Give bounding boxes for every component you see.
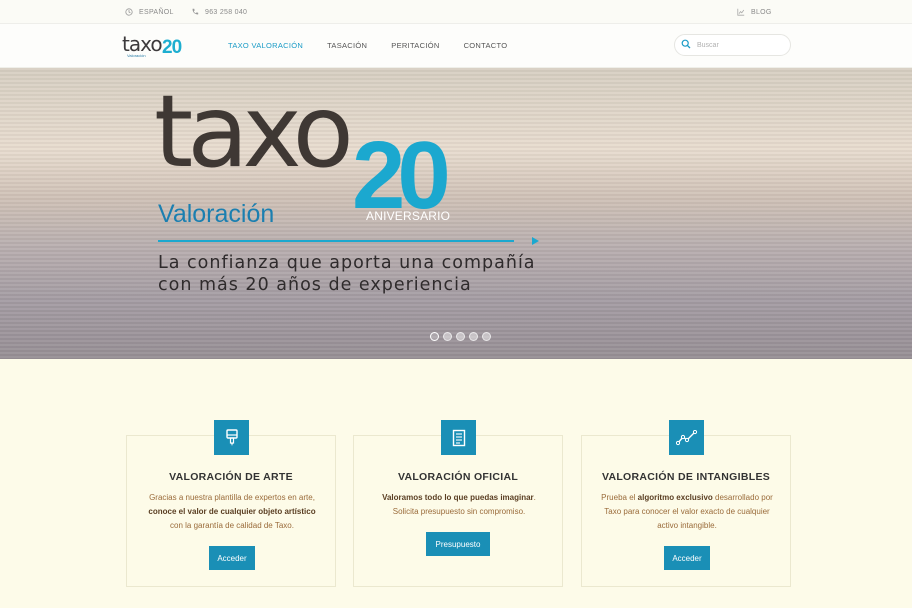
phone-contact[interactable]: 963 258 040 (191, 8, 247, 16)
card-desc-line: Prueba el (601, 493, 638, 502)
nav-item-tasacion[interactable]: TASACIÓN (327, 41, 367, 50)
search-icon[interactable] (681, 36, 691, 54)
card-desc-line: . (533, 493, 536, 502)
slider-dot[interactable] (482, 332, 491, 341)
hero-brand-word: taxo (154, 73, 354, 190)
search-box[interactable] (674, 34, 791, 56)
slider-dot[interactable] (456, 332, 465, 341)
card-desc-bold: Valoramos todo lo que puedas imaginar (382, 493, 534, 502)
card-desc-line: activo intangible. (657, 521, 717, 530)
card-valoracion-intangibles: VALORACIÓN DE INTANGIBLES Prueba el algo… (581, 420, 791, 587)
language-label: ESPAÑOL (139, 8, 174, 16)
hero-slider: taxo Valoración 20 ANIVERSARIO La confia… (0, 68, 912, 359)
phone-icon (191, 8, 199, 16)
card-description: Gracias a nuestra plantilla de expertos … (139, 491, 325, 533)
language-selector[interactable]: ESPAÑOL (125, 8, 174, 16)
acceder-button[interactable]: Acceder (664, 546, 710, 570)
globe-icon (125, 8, 133, 16)
card-desc-line: desarrollado por (712, 493, 773, 502)
primary-nav: TAXO VALORACIÓN TASACIÓN PERITACIÓN CONT… (228, 41, 531, 50)
slider-dot[interactable] (469, 332, 478, 341)
card-desc-bold: conoce el valor de cualquier objeto artí… (148, 507, 316, 516)
slider-dot[interactable] (443, 332, 452, 341)
card-desc-line: Taxo para conocer el valor exacto de cua… (604, 507, 770, 516)
card-title: VALORACIÓN DE INTANGIBLES (601, 471, 771, 483)
hero-tagline: La confianza que aporta una compañía con… (158, 252, 558, 296)
hero-anniversary-label: ANIVERSARIO (366, 209, 451, 223)
slider-dot[interactable] (430, 332, 439, 341)
card-description: Valoramos todo lo que puedas imaginar. S… (366, 491, 552, 519)
card-desc-bold: algoritmo exclusivo (637, 493, 713, 502)
card-desc-line: Solicita presupuesto sin compromiso. (392, 507, 526, 516)
card-title: VALORACIÓN OFICIAL (397, 471, 519, 483)
site-logo[interactable]: taxo Valoración 20 (122, 32, 194, 62)
line-chart-icon (669, 420, 704, 455)
hero-arrow-line (158, 237, 539, 245)
card-valoracion-oficial: VALORACIÓN OFICIAL Valoramos todo lo que… (353, 420, 563, 587)
search-input[interactable] (697, 41, 783, 49)
phone-number: 963 258 040 (205, 8, 248, 16)
document-icon (441, 420, 476, 455)
card-title: VALORACIÓN DE ARTE (169, 471, 293, 483)
card-desc-line: Gracias a nuestra plantilla de expertos … (149, 493, 315, 502)
logo-number: 20 (162, 37, 182, 58)
card-valoracion-arte: VALORACIÓN DE ARTE Gracias a nuestra pla… (126, 420, 336, 587)
card-description: Prueba el algoritmo exclusivo desarrolla… (594, 491, 780, 533)
hero-brand-subtitle: Valoración (158, 200, 275, 228)
nav-item-contacto[interactable]: CONTACTO (464, 41, 508, 50)
blog-label: BLOG (751, 8, 772, 16)
presupuesto-button[interactable]: Presupuesto (426, 532, 490, 556)
main-navbar: taxo Valoración 20 TAXO VALORACIÓN TASAC… (0, 24, 912, 68)
paintbrush-icon (214, 420, 249, 455)
card-desc-line: con la garantía de calidad de Taxo. (170, 521, 294, 530)
top-utility-bar: ESPAÑOL 963 258 040 BLOG (0, 0, 912, 24)
acceder-button[interactable]: Acceder (209, 546, 255, 570)
hero-tagline-line1: La confianza que aporta una compañía (158, 253, 536, 273)
chart-icon (737, 8, 745, 16)
slider-pagination (430, 332, 491, 341)
nav-item-taxo-valoracion[interactable]: TAXO VALORACIÓN (228, 41, 303, 50)
nav-item-peritacion[interactable]: PERITACIÓN (391, 41, 439, 50)
hero-tagline-line2: con más 20 años de experiencia (158, 275, 472, 295)
logo-subtitle: Valoración (127, 53, 146, 58)
blog-link[interactable]: BLOG (737, 8, 772, 16)
